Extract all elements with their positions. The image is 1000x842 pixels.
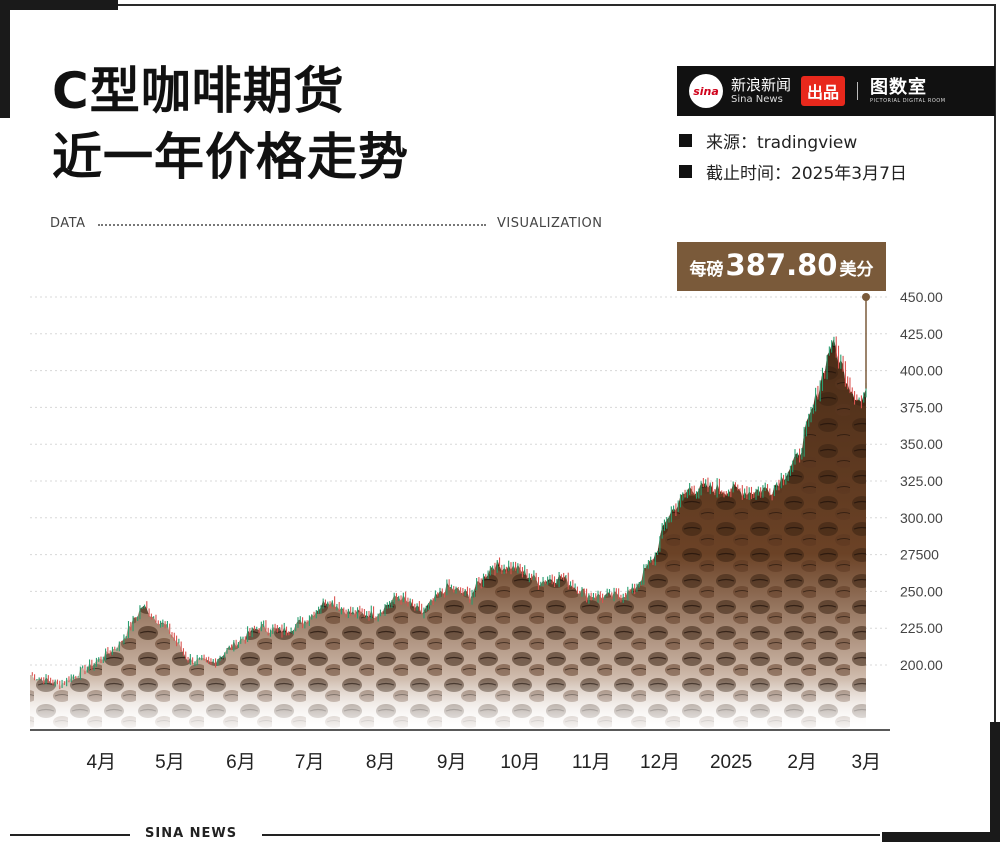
x-tick-label: 9月 bbox=[437, 752, 467, 773]
footer-text: SINA NEWS bbox=[145, 826, 238, 841]
price-chart: 200.00 225.00 250.00 27500 300.00 325.00 350.0… bbox=[30, 289, 943, 773]
footer-line-right bbox=[262, 834, 880, 836]
area-fade bbox=[30, 560, 866, 731]
y-tick-label: 450.00 bbox=[900, 289, 943, 305]
x-tick-label: 6月 bbox=[226, 752, 256, 773]
y-tick-label: 325.00 bbox=[900, 473, 943, 489]
x-tick-label: 4月 bbox=[86, 752, 116, 773]
x-tick-label: 10月 bbox=[500, 752, 540, 773]
y-tick-label: 400.00 bbox=[900, 363, 943, 379]
x-tick-label: 8月 bbox=[366, 752, 396, 773]
footer-line-left bbox=[10, 834, 130, 836]
y-tick-label: 250.00 bbox=[900, 583, 943, 599]
y-tick-label: 225.00 bbox=[900, 620, 943, 636]
y-tick-label: 375.00 bbox=[900, 399, 943, 415]
y-tick-label: 425.00 bbox=[900, 326, 943, 342]
y-tick-label: 300.00 bbox=[900, 510, 943, 526]
callout-marker-dot bbox=[862, 293, 870, 301]
y-tick-label: 27500 bbox=[900, 547, 939, 563]
x-tick-label: 2025 bbox=[710, 752, 752, 773]
y-tick-label: 350.00 bbox=[900, 436, 943, 452]
x-tick-label: 11月 bbox=[572, 752, 611, 773]
x-tick-label: 2月 bbox=[787, 752, 817, 773]
x-tick-label: 12月 bbox=[640, 752, 680, 773]
y-tick-label: 200.00 bbox=[900, 657, 943, 673]
x-tick-label: 7月 bbox=[295, 752, 325, 773]
x-tick-label: 3月 bbox=[851, 752, 881, 773]
x-tick-label: 5月 bbox=[155, 752, 185, 773]
